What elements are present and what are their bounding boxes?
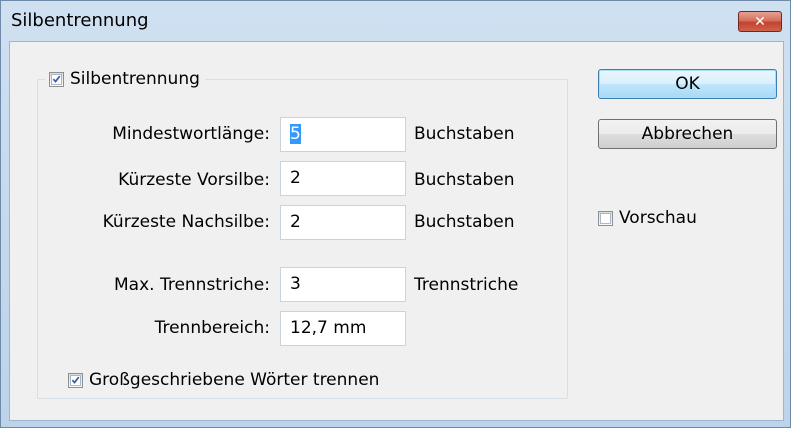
max-hyphens-unit: Trennstriche — [414, 275, 519, 295]
hyphenation-toggle[interactable]: Silbentrennung — [45, 68, 205, 90]
dialog-window: Silbentrennung ✕ Silbentrennung Mindestw… — [0, 0, 791, 428]
dialog-title: Silbentrennung — [11, 10, 149, 31]
preview-checkbox[interactable] — [598, 210, 613, 226]
preview-toggle[interactable]: Vorschau — [598, 208, 697, 228]
hyphenation-zone-label: Trennbereich: — [154, 318, 270, 338]
ok-button[interactable]: OK — [598, 69, 777, 99]
max-hyphens-input[interactable]: 3 — [280, 267, 406, 302]
cancel-button-label: Abbrechen — [641, 124, 734, 144]
shortest-prefix-label: Kürzeste Vorsilbe: — [118, 170, 270, 190]
checkmark-icon — [71, 376, 80, 384]
max-hyphens-label: Max. Trennstriche: — [113, 275, 270, 295]
hyphenation-zone-value: 12,7 mm — [290, 318, 367, 338]
hyphenation-zone-input[interactable]: 12,7 mm — [280, 311, 406, 346]
min-word-length-unit: Buchstaben — [414, 124, 515, 144]
checkmark-icon — [52, 75, 61, 83]
max-hyphens-value: 3 — [290, 274, 301, 294]
capitalized-label: Großgeschriebene Wörter trennen — [89, 370, 380, 390]
preview-label: Vorschau — [619, 208, 697, 228]
shortest-suffix-unit: Buchstaben — [414, 212, 515, 232]
hyphenation-label: Silbentrennung — [70, 69, 200, 89]
close-icon: ✕ — [754, 13, 766, 30]
hyphenation-checkbox[interactable] — [49, 71, 64, 87]
cancel-button[interactable]: Abbrechen — [598, 119, 777, 149]
dialog-client-area: Silbentrennung Mindestwortlänge: 5 Buchs… — [9, 41, 784, 421]
close-button[interactable]: ✕ — [738, 11, 782, 32]
ok-button-label: OK — [675, 74, 700, 94]
shortest-prefix-value: 2 — [290, 168, 301, 188]
capitalized-toggle[interactable]: Großgeschriebene Wörter trennen — [68, 370, 379, 390]
title-bar[interactable]: Silbentrennung ✕ — [1, 1, 790, 41]
shortest-suffix-label: Kürzeste Nachsilbe: — [102, 212, 270, 232]
min-word-length-value: 5 — [290, 124, 301, 144]
min-word-length-label: Mindestwortlänge: — [112, 124, 270, 144]
capitalized-checkbox[interactable] — [68, 372, 83, 388]
shortest-suffix-value: 2 — [290, 212, 301, 232]
min-word-length-input[interactable]: 5 — [280, 117, 406, 152]
shortest-prefix-input[interactable]: 2 — [280, 161, 406, 196]
shortest-prefix-unit: Buchstaben — [414, 170, 515, 190]
shortest-suffix-input[interactable]: 2 — [280, 205, 406, 240]
